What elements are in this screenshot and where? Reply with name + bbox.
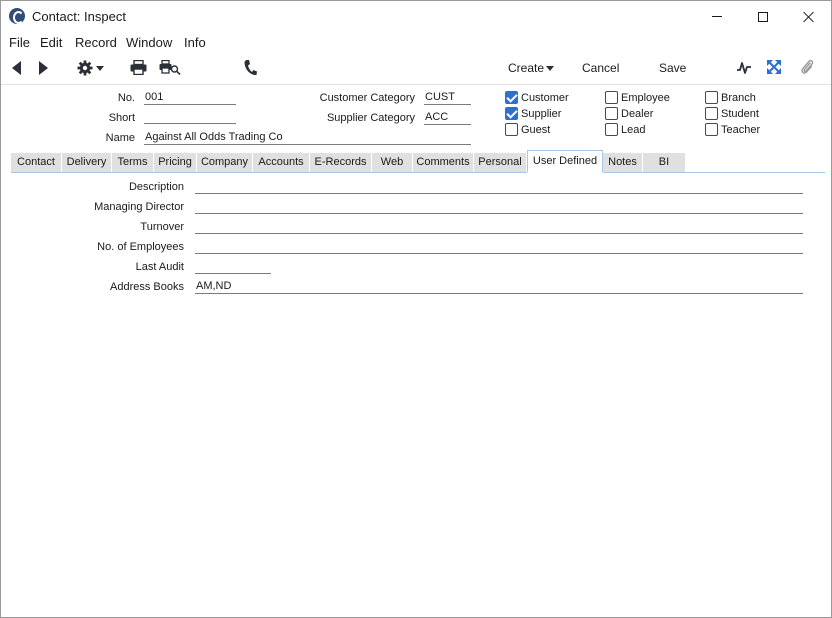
menu-file[interactable]: File xyxy=(9,35,30,50)
short-field[interactable] xyxy=(144,109,236,124)
branch-checkbox[interactable] xyxy=(705,91,718,104)
employee-checkbox[interactable] xyxy=(605,91,618,104)
printer-icon[interactable] xyxy=(130,60,147,75)
branch-checkbox-label: Branch xyxy=(721,92,756,104)
previous-record-icon[interactable] xyxy=(12,61,21,75)
cancel-button[interactable]: Cancel xyxy=(582,61,619,75)
teacher-checkbox[interactable] xyxy=(705,123,718,136)
tab-user-defined[interactable]: User Defined xyxy=(527,150,603,172)
print-preview-icon[interactable] xyxy=(159,60,181,75)
dealer-checkbox[interactable] xyxy=(605,107,618,120)
tab-bi[interactable]: BI xyxy=(643,153,686,172)
minimize-button[interactable] xyxy=(694,1,740,32)
maximize-button[interactable] xyxy=(740,1,786,32)
guest-checkbox[interactable] xyxy=(505,123,518,136)
contact-inspect-window: Contact: Inspect File Edit Record Window… xyxy=(0,0,832,618)
dealer-checkbox-label: Dealer xyxy=(621,108,654,120)
lead-checkbox[interactable] xyxy=(605,123,618,136)
attachment-icon[interactable] xyxy=(800,59,814,76)
managing-director-label: Managing Director xyxy=(94,201,184,213)
create-button[interactable]: Create xyxy=(508,61,544,75)
student-checkbox-label: Student xyxy=(721,108,759,120)
last-audit-field[interactable] xyxy=(195,259,271,274)
minimize-icon xyxy=(712,16,722,17)
menu-info[interactable]: Info xyxy=(184,35,206,50)
description-label: Description xyxy=(128,181,184,193)
name-label: Name xyxy=(105,132,135,144)
student-checkbox[interactable] xyxy=(705,107,718,120)
activity-pulse-icon[interactable] xyxy=(736,60,752,76)
tab-company[interactable]: Company xyxy=(197,153,253,172)
customer-category-field[interactable]: CUST xyxy=(424,90,471,105)
menu-window[interactable]: Window xyxy=(126,35,172,50)
customer-checkbox[interactable] xyxy=(505,91,518,104)
maximize-icon xyxy=(758,11,768,22)
next-record-icon[interactable] xyxy=(39,61,48,75)
gear-icon[interactable] xyxy=(77,60,93,76)
address-books-field[interactable]: AM,ND xyxy=(195,279,803,294)
managing-director-field[interactable] xyxy=(195,199,803,214)
tab-web[interactable]: Web xyxy=(372,153,413,172)
tab-contact[interactable]: Contact xyxy=(11,153,62,172)
menu-edit[interactable]: Edit xyxy=(40,35,62,50)
customer-category-label: Customer Category xyxy=(319,92,415,104)
tab-e-records[interactable]: E-Records xyxy=(310,153,372,172)
close-button[interactable] xyxy=(786,1,832,32)
supplier-checkbox-label: Supplier xyxy=(521,108,562,120)
turnover-label: Turnover xyxy=(140,221,184,233)
active-tab-gap xyxy=(527,172,603,173)
name-field[interactable]: Against All Odds Trading Co xyxy=(144,130,471,145)
guest-checkbox-label: Guest xyxy=(521,124,551,136)
no-of-employees-field[interactable] xyxy=(195,239,803,254)
save-button[interactable]: Save xyxy=(659,61,686,75)
last-audit-label: Last Audit xyxy=(135,261,184,273)
close-icon xyxy=(803,11,815,23)
tab-delivery[interactable]: Delivery xyxy=(62,153,112,172)
no-of-employees-label: No. of Employees xyxy=(97,241,184,253)
toolbar-separator xyxy=(1,84,831,85)
tab-personal[interactable]: Personal xyxy=(474,153,527,172)
menu-bar: File Edit Record Window Info xyxy=(1,32,831,52)
employee-checkbox-label: Employee xyxy=(621,92,670,104)
tab-accounts[interactable]: Accounts xyxy=(253,153,310,172)
no-field[interactable]: 001 xyxy=(144,90,236,105)
title-bar: Contact: Inspect xyxy=(1,1,831,32)
description-field[interactable] xyxy=(195,179,803,194)
customer-checkbox-label: Customer xyxy=(521,92,569,104)
tab-notes[interactable]: Notes xyxy=(603,153,643,172)
teacher-checkbox-label: Teacher xyxy=(721,124,761,136)
phone-icon[interactable] xyxy=(243,59,257,77)
tab-terms[interactable]: Terms xyxy=(112,153,154,172)
supplier-category-label: Supplier Category xyxy=(326,112,415,124)
create-dropdown-caret-icon[interactable] xyxy=(546,66,554,71)
tab-underline xyxy=(11,172,825,173)
expand-icon[interactable] xyxy=(766,59,782,75)
app-logo-icon xyxy=(9,8,25,24)
supplier-checkbox[interactable] xyxy=(505,107,518,120)
short-label: Short xyxy=(108,112,135,124)
gear-dropdown-caret-icon[interactable] xyxy=(96,66,104,71)
menu-record[interactable]: Record xyxy=(75,35,117,50)
window-title: Contact: Inspect xyxy=(32,9,126,24)
address-books-label: Address Books xyxy=(110,281,184,293)
supplier-category-field[interactable]: ACC xyxy=(424,110,471,125)
toolbar: Create Cancel Save xyxy=(1,54,831,82)
turnover-field[interactable] xyxy=(195,219,803,234)
no-label: No. xyxy=(117,92,135,104)
tab-pricing[interactable]: Pricing xyxy=(154,153,197,172)
lead-checkbox-label: Lead xyxy=(621,124,646,136)
tab-comments[interactable]: Comments xyxy=(413,153,474,172)
